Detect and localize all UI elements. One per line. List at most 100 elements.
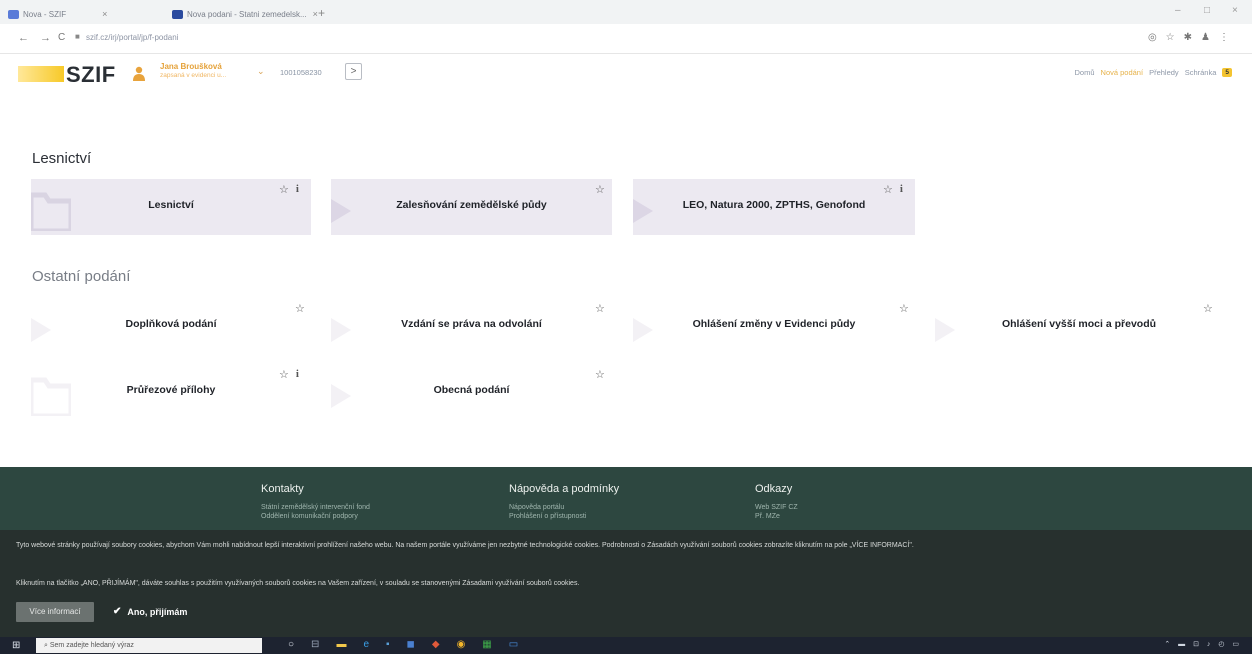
logo[interactable]: SZIF xyxy=(66,62,116,88)
card-label: Průřezové přílohy xyxy=(126,384,216,396)
footer-heading: Nápověda a podmínky xyxy=(509,483,620,495)
nav-inbox[interactable]: Schránka xyxy=(1185,68,1217,77)
user-name[interactable]: Jana Broušková xyxy=(160,62,222,71)
store-icon[interactable]: ▪ xyxy=(386,639,390,650)
address-bar: ← → C ■ szif.cz/irj/portal/jp/f-podani ◎… xyxy=(0,24,1252,54)
card-icons: ☆ i xyxy=(883,183,903,196)
browser-toolbar-icons[interactable]: ◎☆✱♟⋮ xyxy=(1148,32,1238,43)
card-icons: ☆ xyxy=(295,302,305,315)
card-label: Vzdání se práva na odvolání xyxy=(401,318,542,330)
chrome-icon[interactable]: ◉ xyxy=(457,639,466,650)
card-leo-natura[interactable]: LEO, Natura 2000, ZPTHS, Genofond ☆ i xyxy=(633,179,915,235)
app-icon-2[interactable]: ▭ xyxy=(509,639,518,650)
footer-contacts: Kontakty Státní zemědělský intervenční f… xyxy=(261,483,370,522)
reload-icon[interactable]: C xyxy=(58,32,65,43)
footer-link[interactable]: Nápověda portálu xyxy=(509,504,619,511)
chevron-down-icon[interactable]: ⌄ xyxy=(257,66,265,77)
more-info-button[interactable]: Více informací xyxy=(16,602,94,622)
footer-link[interactable]: Web SZIF CZ xyxy=(755,504,798,511)
edge-icon[interactable]: e xyxy=(363,639,369,650)
forward-icon[interactable]: → xyxy=(40,32,51,44)
info-icon[interactable]: i xyxy=(296,368,299,381)
new-tab-icon[interactable]: + xyxy=(318,6,325,20)
user-id: 1001058230 xyxy=(280,68,322,77)
taskbar-apps: ○ ⊟ ▬ e ▪ ◼ ◆ ◉ ▦ ▭ xyxy=(288,639,518,650)
star-icon[interactable]: ☆ xyxy=(899,302,909,315)
accept-cookies-button[interactable]: ✔ Ano, přijímám xyxy=(113,602,187,622)
star-icon[interactable]: ☆ xyxy=(279,368,289,381)
nav-overview[interactable]: Přehledy xyxy=(1149,68,1179,77)
footer-link[interactable]: Prohlášení o přístupnosti xyxy=(509,513,619,520)
footer-link[interactable]: Př. MZe xyxy=(755,513,798,520)
windows-start-icon[interactable]: ⊞ xyxy=(12,640,20,651)
card-label: Zalesňování zemědělské půdy xyxy=(396,199,547,211)
card-land-registry-change[interactable]: Ohlášení změny v Evidenci půdy ☆ xyxy=(633,298,915,354)
task-view-icon[interactable]: ○ xyxy=(288,639,294,650)
logo-stripe xyxy=(18,66,64,82)
card-icons: ☆ i xyxy=(279,183,299,196)
card-label: Ohlášení vyšší moci a převodů xyxy=(1001,318,1157,330)
footer-link[interactable]: Státní zemědělský intervenční fond xyxy=(261,504,370,511)
star-icon[interactable]: ☆ xyxy=(595,302,605,315)
taskbar-search-placeholder: Sem zadejte hledaný výraz xyxy=(49,642,134,649)
file-explorer-icon[interactable]: ▬ xyxy=(336,639,346,650)
card-label: Ohlášení změny v Evidenci půdy xyxy=(692,318,856,330)
url-field[interactable]: szif.cz/irj/portal/jp/f-podani xyxy=(86,33,178,42)
accept-label: Ano, přijímám xyxy=(127,607,188,617)
nav-home[interactable]: Domů xyxy=(1075,68,1095,77)
lock-icon: ■ xyxy=(75,32,80,41)
user-icon xyxy=(133,66,145,81)
user-org: zapsaná v evidenci u... xyxy=(160,72,227,79)
close-window-icon[interactable]: × xyxy=(1232,5,1238,16)
card-crosscutting-attachments[interactable]: Průřezové přílohy ☆ i xyxy=(31,364,311,420)
system-tray[interactable]: ⌃ ▬ ⊡ ♪ ◴ ▭ xyxy=(1164,640,1242,648)
back-icon[interactable]: ← xyxy=(18,32,29,44)
section-title-forestry: Lesnictví xyxy=(32,150,92,167)
footer-links: Odkazy Web SZIF CZ Př. MZe xyxy=(755,483,798,522)
app-header: SZIF Jana Broušková zapsaná v evidenci u… xyxy=(0,54,1252,94)
footer-heading: Kontakty xyxy=(261,483,304,495)
star-icon[interactable]: ☆ xyxy=(595,183,605,196)
outlook-icon[interactable]: ◼ xyxy=(407,639,415,650)
browser-tab-2[interactable]: Nova podani - Statni zemedelsk... × xyxy=(172,6,318,22)
card-supplementary[interactable]: Doplňková podání ☆ xyxy=(31,298,311,354)
card-icons: ☆ xyxy=(595,368,605,381)
cookie-banner: Tyto webové stránky používají soubory co… xyxy=(0,530,1252,637)
tab-close-icon[interactable]: × xyxy=(102,9,107,19)
taskbar-search[interactable]: ⌕ Sem zadejte hledaný výraz xyxy=(36,638,262,653)
star-icon[interactable]: ☆ xyxy=(1203,302,1213,315)
star-icon[interactable]: ☆ xyxy=(279,183,289,196)
app-icon[interactable]: ◆ xyxy=(432,639,440,650)
next-button[interactable]: > xyxy=(345,63,362,80)
browser-tab-bar: Nova - SZIF × Nova podani - Statni zemed… xyxy=(0,0,1252,24)
tab-title: Nova podani - Statni zemedelsk... xyxy=(187,9,307,19)
nav-new-submission[interactable]: Nová podání xyxy=(1101,68,1144,77)
footer-heading: Odkazy xyxy=(755,483,793,495)
card-label: Lesnictví xyxy=(148,199,194,211)
info-icon[interactable]: i xyxy=(900,183,903,196)
maximize-icon[interactable]: □ xyxy=(1204,5,1210,16)
top-nav: Domů Nová podání Přehledy Schránka 5 xyxy=(1075,68,1232,77)
card-icons: ☆ xyxy=(595,183,605,196)
card-waiver-appeal[interactable]: Vzdání se práva na odvolání ☆ xyxy=(331,298,612,354)
card-general-submissions[interactable]: Obecná podání ☆ xyxy=(331,364,612,420)
widgets-icon[interactable]: ⊟ xyxy=(311,639,319,650)
star-icon[interactable]: ☆ xyxy=(295,302,305,315)
card-icons: ☆ xyxy=(595,302,605,315)
card-label: Doplňková podání xyxy=(125,318,217,330)
card-forestry[interactable]: Lesnictví ☆ i xyxy=(31,179,311,235)
info-icon[interactable]: i xyxy=(296,183,299,196)
browser-tab-1[interactable]: Nova - SZIF × xyxy=(8,6,107,22)
card-afforestation[interactable]: Zalesňování zemědělské půdy ☆ xyxy=(331,179,612,235)
star-icon[interactable]: ☆ xyxy=(595,368,605,381)
star-icon[interactable]: ☆ xyxy=(883,183,893,196)
excel-icon[interactable]: ▦ xyxy=(482,639,491,650)
card-icons: ☆ i xyxy=(279,368,299,381)
minimize-icon[interactable]: – xyxy=(1175,5,1181,16)
tab-favicon-icon xyxy=(172,9,183,19)
footer-help: Nápověda a podmínky Nápověda portálu Pro… xyxy=(509,483,619,522)
section-title-other: Ostatní podání xyxy=(32,268,131,285)
footer-link[interactable]: Oddělení komunikační podpory xyxy=(261,513,370,520)
card-force-majeure[interactable]: Ohlášení vyšší moci a převodů ☆ xyxy=(935,298,1223,354)
card-icons: ☆ xyxy=(1203,302,1213,315)
